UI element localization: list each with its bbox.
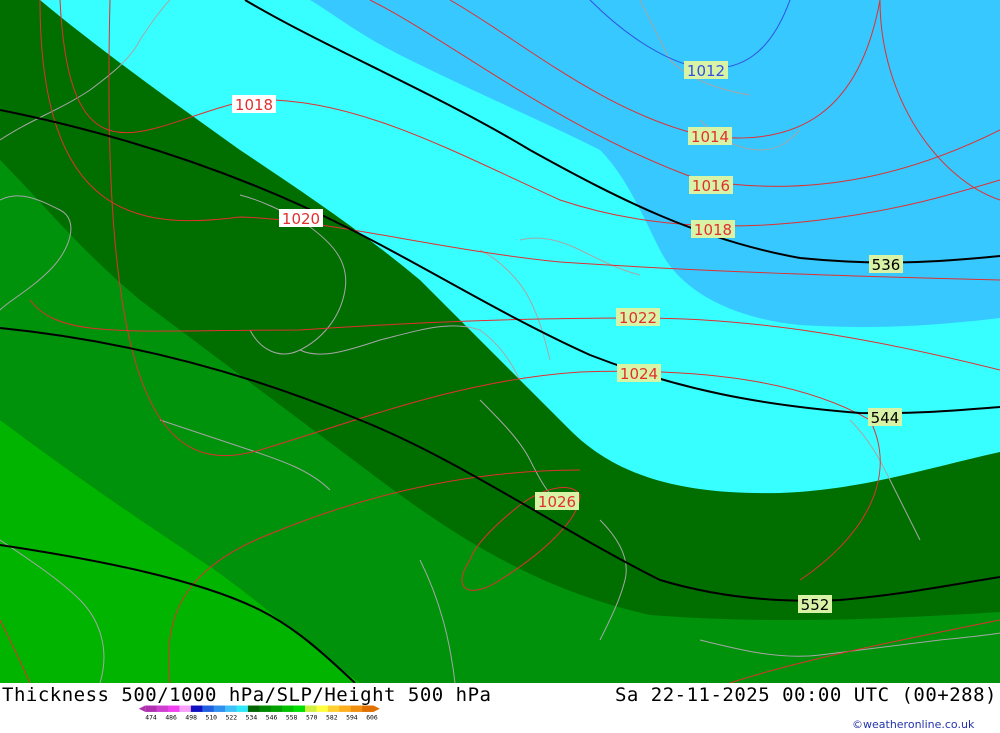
legend-tick-label: 594 — [346, 713, 358, 721]
legend-swatch — [225, 705, 237, 712]
legend-arrow-left — [138, 705, 146, 712]
isobar-label-1020: 1020 — [279, 209, 323, 228]
legend-swatch — [179, 705, 192, 712]
legend-tick-label: 546 — [266, 713, 278, 721]
svg-text:1016: 1016 — [692, 177, 730, 195]
height-label-544: 544 — [868, 408, 902, 427]
legend-tick-label: 570 — [306, 713, 318, 721]
svg-text:1024: 1024 — [620, 365, 658, 383]
legend-swatch — [362, 705, 374, 712]
legend-tick-label: 522 — [226, 713, 238, 721]
svg-text:1014: 1014 — [691, 128, 729, 146]
map-title: Thickness 500/1000 hPa/SLP/Height 500 hP… — [2, 684, 492, 706]
isobar-label-1018-east: 1018 — [691, 220, 735, 239]
svg-text:1018: 1018 — [694, 221, 732, 239]
isobar-label-1016: 1016 — [689, 176, 733, 195]
legend-swatch — [327, 705, 340, 712]
legend-tick-label: 510 — [206, 713, 218, 721]
legend-arrow-right — [373, 705, 380, 712]
isobar-label-1022: 1022 — [616, 308, 660, 327]
isobar-label-1012: 1012 — [684, 61, 728, 80]
legend-tick-label: 582 — [326, 713, 338, 721]
svg-text:552: 552 — [801, 596, 830, 614]
legend-tick-label: 498 — [185, 713, 197, 721]
legend-swatch — [156, 705, 169, 712]
legend-swatch — [293, 705, 306, 712]
valid-time: Sa 22-11-2025 00:00 UTC (00+288) — [614, 684, 997, 706]
weather-map: 1012 1014 1016 1018 1018 1020 1022 1024 … — [0, 0, 1000, 683]
svg-text:536: 536 — [872, 256, 901, 274]
isobar-label-1014: 1014 — [688, 127, 732, 146]
height-label-552: 552 — [798, 595, 832, 614]
legend-swatch — [282, 705, 294, 712]
isobar-label-1026: 1026 — [535, 492, 579, 511]
svg-text:1018: 1018 — [235, 96, 273, 114]
legend-tick-label: 558 — [286, 713, 298, 721]
legend-swatch — [145, 705, 157, 712]
legend-swatch — [190, 705, 203, 712]
svg-text:1026: 1026 — [538, 493, 576, 511]
legend-swatch — [316, 705, 329, 712]
height-label-536: 536 — [869, 255, 903, 274]
legend-swatch — [270, 705, 283, 712]
legend-tick-label: 474 — [145, 713, 157, 721]
credit-link[interactable]: ©weatheronline.co.uk — [852, 718, 974, 731]
legend-swatch — [339, 705, 351, 712]
legend-swatch — [350, 705, 363, 712]
legend-swatch — [202, 705, 214, 712]
svg-text:1012: 1012 — [687, 62, 725, 80]
color-legend: 474 486 498 510 522 534 546 558 570 582 594 606 — [138, 705, 380, 721]
svg-text:1020: 1020 — [282, 210, 320, 228]
map-footer: Thickness 500/1000 hPa/SLP/Height 500 hP… — [0, 683, 1000, 733]
legend-swatch — [247, 705, 260, 712]
isobar-label-1018-west: 1018 — [232, 95, 276, 114]
legend-tick-label: 486 — [165, 713, 177, 721]
svg-text:1022: 1022 — [619, 309, 657, 327]
legend-tick-label: 534 — [246, 713, 258, 721]
isobar-label-1024: 1024 — [617, 364, 661, 383]
legend-swatch — [305, 705, 317, 712]
legend-swatch — [259, 705, 272, 712]
legend-swatch — [213, 705, 226, 712]
legend-swatch — [236, 705, 249, 712]
legend-tick-label: 606 — [366, 713, 378, 721]
legend-swatch — [168, 705, 180, 712]
svg-text:544: 544 — [871, 409, 900, 427]
